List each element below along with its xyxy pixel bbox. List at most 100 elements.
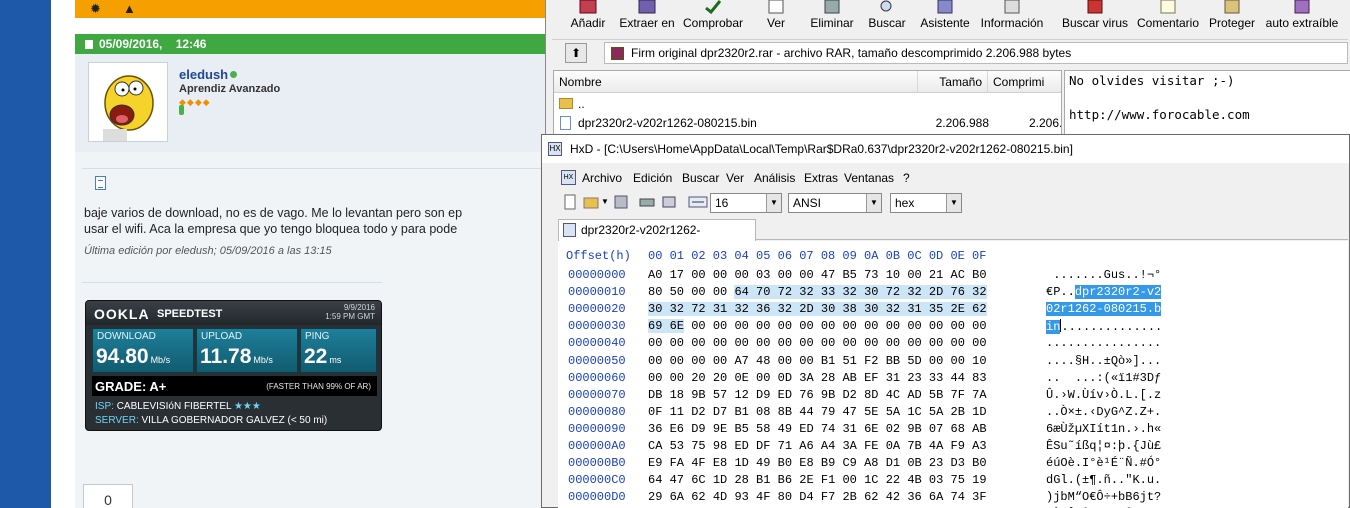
hex-byte[interactable]: 44 <box>951 371 965 385</box>
hex-row-bytes[interactable]: E9 FA 4F E8 1D 49 B0 E8 B9 C9 A8 D1 0B 2… <box>648 456 987 470</box>
hex-byte[interactable]: ED <box>799 422 813 436</box>
hex-byte[interactable]: 31 <box>842 422 856 436</box>
column-name[interactable]: Nombre <box>554 71 918 93</box>
hex-byte[interactable]: 23 <box>929 456 943 470</box>
hex-byte[interactable]: 4C <box>886 388 900 402</box>
hex-byte[interactable]: 32 <box>777 302 793 317</box>
hex-byte[interactable]: 32 <box>972 285 987 300</box>
hex-byte[interactable]: 2D <box>799 302 814 317</box>
hex-byte[interactable]: DF <box>756 439 770 453</box>
hex-byte[interactable]: 72 <box>691 302 706 317</box>
hex-row-text[interactable]: ................ <box>1046 336 1161 350</box>
hex-byte[interactable]: 7A <box>972 388 986 402</box>
hex-row-bytes[interactable]: 0F 11 D2 D7 B1 08 8B 44 79 47 5E 5A 1C 5… <box>648 405 987 419</box>
hex-byte[interactable]: 8B <box>778 405 792 419</box>
hex-row[interactable]: 00000050 00 00 00 00 A7 48 00 00 B1 51 F2… <box>558 354 1348 371</box>
hex-byte[interactable]: 00 <box>670 371 684 385</box>
hex-byte[interactable]: B1 <box>734 405 748 419</box>
hex-byte[interactable]: 00 <box>691 354 705 368</box>
hex-row-text[interactable]: éúOè.I°è¹É¨Ñ.#Ó° <box>1046 456 1161 470</box>
hex-byte[interactable]: F9 <box>951 439 965 453</box>
hex-byte[interactable]: 00 <box>713 268 727 282</box>
hex-byte[interactable]: B5 <box>842 268 856 282</box>
hex-byte[interactable]: 00 <box>799 354 813 368</box>
add-button[interactable]: Añadir <box>562 0 614 36</box>
hex-byte[interactable]: 12 <box>734 388 748 402</box>
hex-byte[interactable]: 57 <box>713 388 727 402</box>
hex-byte[interactable]: 00 <box>842 336 856 350</box>
hex-byte[interactable]: B5 <box>734 422 748 436</box>
hex-row-bytes[interactable]: CA 53 75 98 ED DF 71 A6 A4 3A FE 0A 7B 4… <box>648 439 987 453</box>
hex-row[interactable]: 00000060 00 00 20 20 0E 00 0D 3A 28 AB EF… <box>558 371 1348 388</box>
open-dropdown-icon[interactable]: ▼ <box>601 194 611 210</box>
hex-byte[interactable]: 8D <box>864 388 878 402</box>
hex-byte[interactable]: E8 <box>713 456 727 470</box>
hex-byte[interactable]: 00 <box>929 319 943 333</box>
hex-byte[interactable]: 72 <box>885 285 901 300</box>
hex-byte[interactable]: 0D <box>778 371 792 385</box>
hex-byte[interactable]: 62 <box>972 302 987 317</box>
hex-byte[interactable]: E9 <box>648 456 662 470</box>
hex-byte[interactable]: 6E <box>864 422 878 436</box>
hex-byte[interactable]: D9 <box>756 388 770 402</box>
hex-row[interactable]: 000000D0 29 6A 62 4D 93 4F 80 D4 F7 2B 62… <box>558 490 1348 507</box>
hex-byte[interactable]: 0B <box>907 456 921 470</box>
hex-row[interactable]: 00000000 A0 17 00 00 00 03 00 00 47 B5 73… <box>558 268 1348 285</box>
hex-byte[interactable]: A8 <box>864 456 878 470</box>
hex-row-text[interactable]: dGl.(±¶.ñ.."K.u. <box>1046 473 1161 487</box>
hex-byte[interactable]: 08 <box>756 405 770 419</box>
hex-byte[interactable]: 47 <box>842 405 856 419</box>
hex-byte[interactable]: 00 <box>713 336 727 350</box>
hex-byte[interactable]: 2E <box>799 473 813 487</box>
hex-byte[interactable]: AC <box>951 268 965 282</box>
hex-row-bytes[interactable]: 00 00 00 00 00 00 00 00 00 00 00 00 00 0… <box>648 336 987 350</box>
hex-byte[interactable]: BB <box>886 354 900 368</box>
info-button[interactable]: Información <box>976 0 1048 36</box>
hex-byte[interactable]: 00 <box>886 319 900 333</box>
hex-byte[interactable]: D1 <box>886 456 900 470</box>
hex-byte[interactable]: 74 <box>951 490 965 504</box>
hex-byte[interactable]: 49 <box>778 422 792 436</box>
hex-row[interactable]: 000000C0 64 47 6C 1D 28 B1 B6 2E F1 00 1C… <box>558 473 1348 490</box>
hex-row[interactable]: 00000090 36 E6 D9 9E B5 58 49 ED 74 31 6E… <box>558 422 1348 439</box>
hex-byte[interactable]: 00 <box>670 354 684 368</box>
hex-byte[interactable]: 5A <box>886 405 900 419</box>
hex-byte[interactable]: 9B <box>907 422 921 436</box>
hex-byte[interactable]: 00 <box>691 319 705 333</box>
hex-byte[interactable]: 00 <box>951 319 965 333</box>
new-file-icon[interactable] <box>562 194 578 210</box>
archive-path[interactable]: Firm original dpr2320r2.rar - archivo RA… <box>604 42 1348 64</box>
hex-byte[interactable]: 32 <box>842 285 857 300</box>
hex-byte[interactable]: 28 <box>821 371 835 385</box>
hex-byte[interactable]: 00 <box>756 371 770 385</box>
hex-byte[interactable]: 5B <box>929 388 943 402</box>
hex-byte[interactable]: E8 <box>799 456 813 470</box>
hex-byte[interactable]: 00 <box>799 319 813 333</box>
hex-byte[interactable]: A3 <box>972 439 986 453</box>
hex-byte[interactable]: 32 <box>734 302 749 317</box>
hex-editor[interactable]: Offset(h) 00 01 02 03 04 05 06 07 08 09 … <box>558 241 1348 508</box>
hex-byte[interactable]: 07 <box>929 422 943 436</box>
hxd-document-icon[interactable]: HX <box>561 170 576 185</box>
hex-byte[interactable]: 62 <box>864 490 878 504</box>
hex-byte[interactable]: AB <box>972 422 986 436</box>
hex-byte[interactable]: 00 <box>907 268 921 282</box>
hex-byte[interactable]: 32 <box>907 285 922 300</box>
hex-row-bytes[interactable]: A0 17 00 00 00 03 00 00 47 B5 73 10 00 2… <box>648 268 987 282</box>
hex-byte[interactable]: AB <box>842 371 856 385</box>
hex-byte[interactable]: 33 <box>929 371 943 385</box>
hex-byte[interactable]: 10 <box>886 268 900 282</box>
menu-ventanas[interactable]: Ventanas <box>844 168 894 188</box>
hex-byte[interactable]: 36 <box>648 422 662 436</box>
hex-byte[interactable]: 98 <box>713 439 727 453</box>
hex-row[interactable]: 00000030 69 6E 00 00 00 00 00 00 00 00 00… <box>558 319 1348 336</box>
hex-byte[interactable]: A4 <box>821 439 835 453</box>
hex-row-text[interactable]: ÊSu˜íßq¦¤:þ.{Jù£ <box>1046 439 1161 453</box>
comment-button[interactable]: Comentario <box>1135 0 1201 36</box>
hex-row-text[interactable]: Û.›W.Ùív›Ò.L.[.z <box>1046 388 1161 402</box>
hex-byte[interactable]: D9 <box>691 422 705 436</box>
hex-byte[interactable]: 2B <box>951 405 965 419</box>
menu-edicion[interactable]: Edición <box>633 168 672 188</box>
hex-row-text[interactable]: )jbM“O€Ô÷+bB6jt? <box>1046 490 1161 504</box>
hex-byte[interactable]: 3A <box>799 371 813 385</box>
